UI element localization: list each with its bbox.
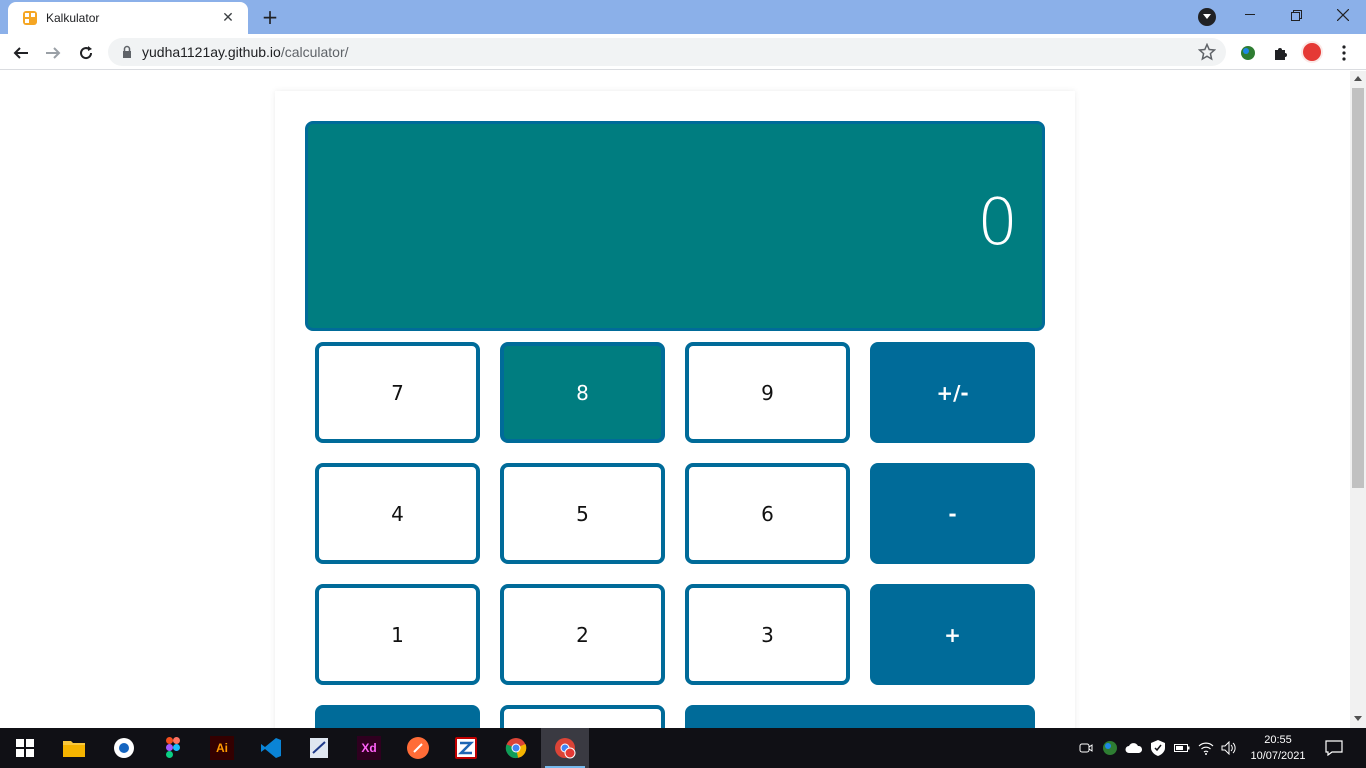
adobe-xd-icon[interactable]: Xd [357, 736, 381, 760]
bookmark-star-icon[interactable] [1198, 43, 1216, 61]
page-viewport: 0 7 8 9 +/- 4 5 6 - 1 2 3 + [0, 71, 1350, 728]
vscode-icon[interactable] [259, 736, 283, 760]
key-9[interactable]: 9 [685, 342, 850, 443]
key-3[interactable]: 3 [685, 584, 850, 685]
taskbar-clock[interactable]: 20:55 10/07/2021 [1246, 732, 1310, 764]
browser-toolbar: yudha1121ay.github.io/calculator/ [0, 34, 1366, 70]
address-bar[interactable]: yudha1121ay.github.io/calculator/ [108, 38, 1226, 66]
chrome-profile-active-task[interactable] [541, 728, 589, 768]
tab-close-icon[interactable]: ✕ [218, 8, 238, 28]
key-row4-operator[interactable] [315, 705, 480, 728]
filezilla-icon[interactable] [454, 736, 478, 760]
extensions-puzzle-icon[interactable] [1267, 40, 1293, 66]
browser-tab-strip: Kalkulator ✕ + [0, 0, 1366, 34]
postman-icon[interactable] [406, 736, 430, 760]
key-6[interactable]: 6 [685, 463, 850, 564]
display-value: 0 [977, 186, 1018, 260]
key-7[interactable]: 7 [315, 342, 480, 443]
key-8[interactable]: 8 [500, 342, 665, 443]
key-negate[interactable]: +/- [870, 342, 1035, 443]
notifications-icon[interactable] [1322, 736, 1346, 760]
tab-title: Kalkulator [46, 11, 100, 25]
meet-now-icon[interactable] [1076, 736, 1096, 760]
key-2[interactable]: 2 [500, 584, 665, 685]
restore-icon[interactable] [1273, 0, 1319, 30]
menu-kebab-icon[interactable] [1331, 40, 1357, 66]
url-text: yudha1121ay.github.io/calculator/ [142, 44, 349, 60]
scroll-down-icon[interactable] [1354, 716, 1362, 721]
key-1[interactable]: 1 [315, 584, 480, 685]
onedrive-cloud-icon[interactable] [1124, 736, 1144, 760]
forward-arrow-icon[interactable] [40, 40, 66, 66]
clock-time: 20:55 [1264, 734, 1292, 746]
windows-start-icon[interactable] [13, 736, 37, 760]
key-row4-wide[interactable] [685, 705, 1035, 728]
figma-icon[interactable] [161, 736, 185, 760]
new-tab-icon[interactable]: + [258, 5, 282, 29]
chrome-icon[interactable] [504, 736, 528, 760]
minimize-icon[interactable] [1227, 0, 1273, 30]
key-subtract[interactable]: - [870, 463, 1035, 564]
app-circle-icon[interactable] [112, 736, 136, 760]
close-window-icon[interactable] [1320, 0, 1366, 30]
battery-icon[interactable] [1172, 736, 1192, 760]
volume-icon[interactable] [1219, 736, 1239, 760]
reload-icon[interactable] [73, 40, 99, 66]
lock-icon [123, 45, 131, 58]
security-shield-icon[interactable] [1148, 736, 1168, 760]
globe-tray-icon[interactable] [1100, 736, 1120, 760]
file-explorer-icon[interactable] [62, 736, 86, 760]
calculator-display: 0 [305, 121, 1045, 331]
calculator-card: 0 7 8 9 +/- 4 5 6 - 1 2 3 + [275, 91, 1075, 728]
key-5[interactable]: 5 [500, 463, 665, 564]
scroll-thumb[interactable] [1352, 88, 1364, 488]
profile-avatar[interactable] [1301, 41, 1323, 63]
windows-taskbar: Ai Xd 20:55 10/07/2021 [0, 728, 1366, 768]
tab-search-icon[interactable] [1198, 8, 1216, 26]
browser-tab[interactable]: Kalkulator ✕ [8, 2, 248, 34]
key-4[interactable]: 4 [315, 463, 480, 564]
illustrator-icon[interactable]: Ai [210, 736, 234, 760]
key-row4-digit[interactable] [500, 705, 665, 728]
calculator-favicon-icon [23, 11, 37, 25]
chrome-profile-icon [553, 736, 577, 760]
globe-extension-icon[interactable] [1235, 40, 1261, 66]
document-app-icon[interactable] [307, 736, 331, 760]
clock-date: 10/07/2021 [1250, 750, 1306, 762]
key-add[interactable]: + [870, 584, 1035, 685]
wifi-icon[interactable] [1196, 736, 1216, 760]
back-arrow-icon[interactable] [8, 40, 34, 66]
scroll-up-icon[interactable] [1354, 76, 1362, 81]
page-scrollbar[interactable] [1350, 71, 1366, 728]
